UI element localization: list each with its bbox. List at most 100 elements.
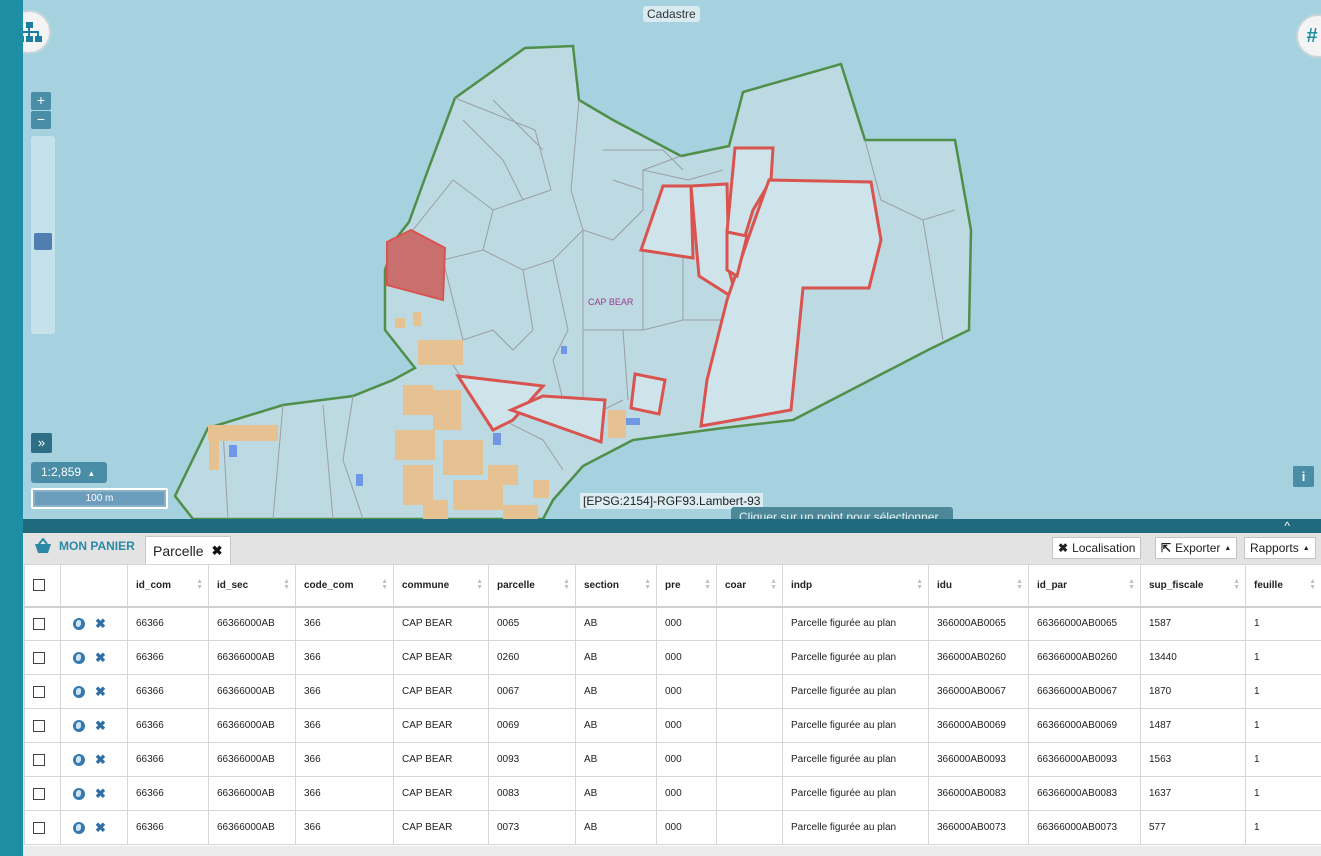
reports-button[interactable]: Rapports ▲ xyxy=(1244,537,1316,559)
row-checkbox[interactable] xyxy=(33,821,45,834)
row-select-cell[interactable] xyxy=(24,606,61,641)
select-all-checkbox[interactable] xyxy=(33,579,45,592)
globe-icon[interactable] xyxy=(73,651,85,664)
sort-icon[interactable]: ▲ ▼ xyxy=(704,578,711,591)
sort-icon[interactable]: ▲ ▼ xyxy=(1233,578,1240,591)
table-cell-idu: 366000AB0069 xyxy=(928,708,1029,743)
localisation-label: Localisation xyxy=(1072,541,1136,555)
layer-title: Cadastre xyxy=(643,6,700,22)
zoom-out-button[interactable]: − xyxy=(31,111,51,129)
row-select-cell[interactable] xyxy=(24,640,61,675)
table-row[interactable]: ✖ 66366 66366000AB 366 CAP BEAR 0067 AB 000 Parc… xyxy=(24,674,1321,709)
zoom-slider-handle[interactable] xyxy=(34,233,52,250)
localisation-button[interactable]: ✖ Localisation xyxy=(1052,537,1142,559)
table-cell-feuille: 1 xyxy=(1245,708,1321,743)
zoom-slider[interactable] xyxy=(31,136,55,334)
column-header-idu[interactable]: idu ▲ ▼ xyxy=(928,564,1029,608)
sort-icon[interactable]: ▲ ▼ xyxy=(381,578,388,591)
table-cell-coar xyxy=(716,606,783,641)
table-row[interactable]: ✖ 66366 66366000AB 366 CAP BEAR 0260 AB 000 Parc… xyxy=(24,640,1321,675)
delete-icon[interactable]: ✖ xyxy=(95,718,106,733)
info-button[interactable]: i xyxy=(1293,466,1314,487)
globe-icon[interactable] xyxy=(73,821,85,834)
row-checkbox[interactable] xyxy=(33,651,45,664)
sort-icon[interactable]: ▲ ▼ xyxy=(916,578,923,591)
panel-divider[interactable]: ^ xyxy=(23,519,1321,533)
row-select-cell[interactable] xyxy=(24,742,61,777)
row-checkbox[interactable] xyxy=(33,787,45,800)
table-row[interactable]: ✖ 66366 66366000AB 366 CAP BEAR 0073 AB 000 Parc… xyxy=(24,810,1321,845)
globe-icon[interactable] xyxy=(73,685,85,698)
table-cell-commune: CAP BEAR xyxy=(393,640,489,675)
column-header-indp[interactable]: indp ▲ ▼ xyxy=(782,564,929,608)
table-cell-id-sec: 66366000AB xyxy=(208,810,296,845)
column-header-pre[interactable]: pre ▲ ▼ xyxy=(656,564,717,608)
table-row[interactable]: ✖ 66366 66366000AB 366 CAP BEAR 0065 AB 000 Parc… xyxy=(24,606,1321,641)
table-row[interactable]: ✖ 66366 66366000AB 366 CAP BEAR 0069 AB 000 Parc… xyxy=(24,708,1321,743)
table-cell-feuille: 1 xyxy=(1245,776,1321,811)
row-checkbox[interactable] xyxy=(33,685,45,698)
column-header-parcelle[interactable]: parcelle ▲ ▼ xyxy=(488,564,576,608)
table-cell-section: AB xyxy=(575,708,657,743)
close-icon[interactable]: ✖ xyxy=(212,543,223,559)
row-select-cell[interactable] xyxy=(24,674,61,709)
column-header-feuille[interactable]: feuille ▲ ▼ xyxy=(1245,564,1321,608)
table-cell-coar xyxy=(716,674,783,709)
table-cell-sup-fiscale: 1587 xyxy=(1140,606,1246,641)
column-header-coar[interactable]: coar ▲ ▼ xyxy=(716,564,783,608)
column-header-commune[interactable]: commune ▲ ▼ xyxy=(393,564,489,608)
sort-icon[interactable]: ▲ ▼ xyxy=(476,578,483,591)
table-cell-idu: 366000AB0093 xyxy=(928,742,1029,777)
table-cell-code-com: 366 xyxy=(295,674,394,709)
globe-icon[interactable] xyxy=(73,617,85,630)
column-header-id-com[interactable]: id_com ▲ ▼ xyxy=(127,564,209,608)
export-button[interactable]: ⇱ Exporter ▲ xyxy=(1155,537,1238,559)
sort-icon[interactable]: ▲ ▼ xyxy=(196,578,203,591)
table-row[interactable]: ✖ 66366 66366000AB 366 CAP BEAR 0083 AB 000 Parc… xyxy=(24,776,1321,811)
horizontal-scrollbar[interactable] xyxy=(24,846,1321,856)
table-cell-pre: 000 xyxy=(656,776,717,811)
sort-icon[interactable]: ▲ ▼ xyxy=(1128,578,1135,591)
row-checkbox[interactable] xyxy=(33,719,45,732)
delete-icon[interactable]: ✖ xyxy=(95,650,106,665)
zoom-in-button[interactable]: + xyxy=(31,92,51,110)
table-cell-idu: 366000AB0073 xyxy=(928,810,1029,845)
row-select-cell[interactable] xyxy=(24,708,61,743)
column-header-code-com[interactable]: code_com ▲ ▼ xyxy=(295,564,394,608)
map-viewport[interactable]: CAP BEAR Cadastre # + − » 1:2,859 ▲ 100 … xyxy=(23,0,1321,519)
delete-icon[interactable]: ✖ xyxy=(95,616,106,631)
table-cell-indp: Parcelle figurée au plan xyxy=(782,810,929,845)
tab-parcelle[interactable]: Parcelle ✖ xyxy=(145,536,231,564)
sort-icon[interactable]: ▲ ▼ xyxy=(1309,578,1316,591)
column-header-sup-fiscale[interactable]: sup_fiscale ▲ ▼ xyxy=(1140,564,1246,608)
scale-selector[interactable]: 1:2,859 ▲ xyxy=(31,462,107,483)
column-header-id-par[interactable]: id_par ▲ ▼ xyxy=(1028,564,1141,608)
row-checkbox[interactable] xyxy=(33,753,45,766)
column-header-id-sec[interactable]: id_sec ▲ ▼ xyxy=(208,564,296,608)
globe-icon[interactable] xyxy=(73,787,85,800)
delete-icon[interactable]: ✖ xyxy=(95,684,106,699)
hash-icon: # xyxy=(1306,24,1318,47)
column-header-section[interactable]: section ▲ ▼ xyxy=(575,564,657,608)
globe-icon[interactable] xyxy=(73,753,85,766)
row-select-cell[interactable] xyxy=(24,776,61,811)
table-row[interactable]: ✖ 66366 66366000AB 366 CAP BEAR 0093 AB 000 Parc… xyxy=(24,742,1321,777)
expand-panel-button[interactable]: » xyxy=(31,433,52,453)
select-all-header[interactable] xyxy=(24,564,61,608)
basket-icon xyxy=(35,538,51,553)
delete-icon[interactable]: ✖ xyxy=(95,820,106,835)
collapse-caret-icon[interactable]: ^ xyxy=(1284,519,1290,533)
sort-icon[interactable]: ▲ ▼ xyxy=(770,578,777,591)
sort-icon[interactable]: ▲ ▼ xyxy=(644,578,651,591)
table-cell-code-com: 366 xyxy=(295,708,394,743)
table-cell-id-par: 66366000AB0065 xyxy=(1028,606,1141,641)
sort-icon[interactable]: ▲ ▼ xyxy=(1016,578,1023,591)
cadastre-map[interactable]: CAP BEAR xyxy=(23,0,1321,519)
row-checkbox[interactable] xyxy=(33,617,45,630)
sort-icon[interactable]: ▲ ▼ xyxy=(283,578,290,591)
delete-icon[interactable]: ✖ xyxy=(95,752,106,767)
sort-icon[interactable]: ▲ ▼ xyxy=(563,578,570,591)
globe-icon[interactable] xyxy=(73,719,85,732)
delete-icon[interactable]: ✖ xyxy=(95,786,106,801)
row-select-cell[interactable] xyxy=(24,810,61,845)
